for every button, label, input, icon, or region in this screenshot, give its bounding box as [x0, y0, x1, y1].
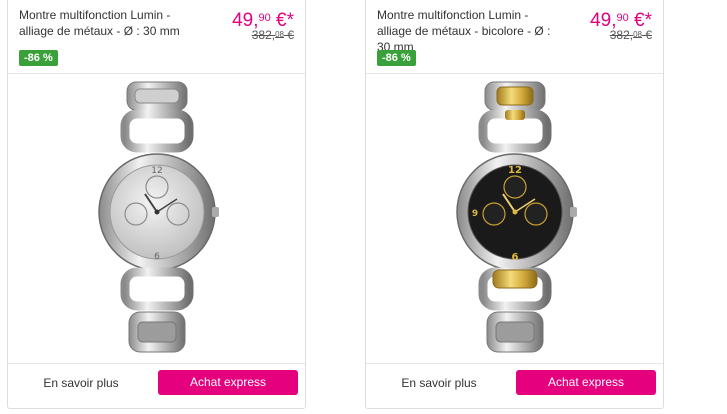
svg-text:6: 6 [154, 252, 160, 262]
svg-text:12: 12 [508, 165, 522, 176]
product-title[interactable]: Montre multifonction Lumin - alliage de … [377, 7, 557, 55]
product-footer: En savoir plus Achat express [366, 363, 663, 408]
discount-badge: -86 % [19, 50, 58, 66]
product-card: Montre multifonction Lumin - alliage de … [365, 0, 664, 409]
old-price-suffix: € [283, 28, 294, 42]
svg-text:9: 9 [471, 209, 477, 219]
price-cents: 90 [616, 12, 629, 24]
product-header: Montre multifonction Lumin - alliage de … [8, 0, 305, 74]
discount-badge: -86 % [377, 50, 416, 66]
buy-express-button[interactable]: Achat express [158, 370, 298, 395]
old-price-cents: 08 [633, 30, 642, 39]
old-price-main: 382, [609, 28, 634, 42]
buy-express-button[interactable]: Achat express [516, 370, 656, 395]
silver-watch-image: 12 6 [97, 81, 219, 353]
svg-text:12: 12 [151, 166, 162, 176]
product-image[interactable]: 12 6 9 [366, 74, 663, 365]
product-card: Montre multifonction Lumin - alliage de … [7, 0, 306, 409]
product-old-price: 382,08 € [610, 28, 652, 42]
old-price-suffix: € [641, 28, 652, 42]
more-info-link[interactable]: En savoir plus [26, 376, 136, 390]
old-price-cents: 08 [275, 30, 284, 39]
product-title[interactable]: Montre multifonction Lumin - alliage de … [19, 7, 199, 39]
product-header: Montre multifonction Lumin - alliage de … [366, 0, 663, 74]
old-price-main: 382, [251, 28, 276, 42]
product-image[interactable]: 12 6 [8, 74, 305, 365]
svg-text:6: 6 [511, 252, 518, 263]
product-grid: Montre multifonction Lumin - alliage de … [0, 0, 727, 414]
product-footer: En savoir plus Achat express [8, 363, 305, 408]
black-bicolor-watch-image: 12 6 9 [455, 81, 577, 353]
price-cents: 90 [258, 12, 271, 24]
product-old-price: 382,08 € [252, 28, 294, 42]
more-info-link[interactable]: En savoir plus [384, 376, 494, 390]
